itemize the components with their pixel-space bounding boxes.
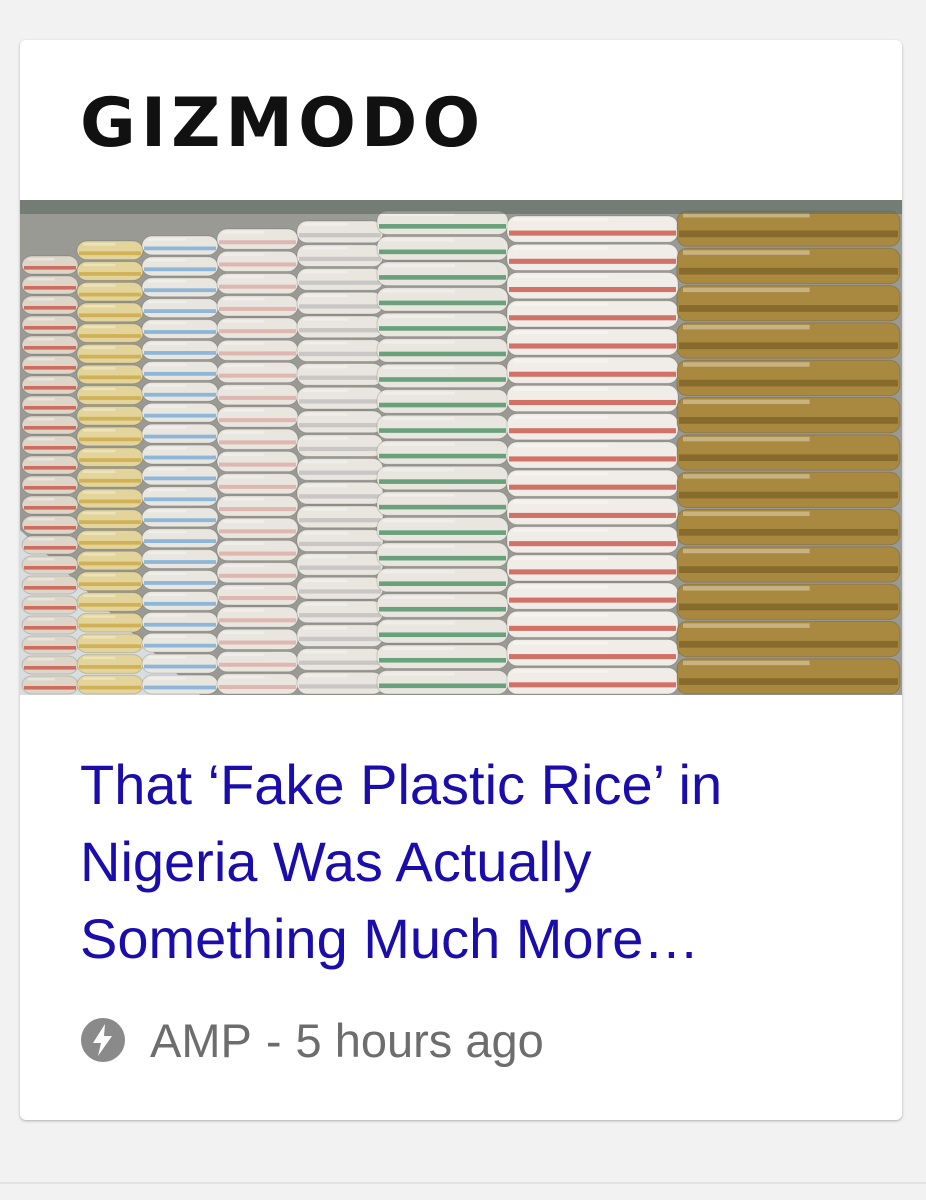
timestamp: 5 hours ago — [295, 1013, 544, 1067]
news-card[interactable]: GIZMODO That ‘Fake Plastic Rice’ in Nige… — [20, 40, 902, 1120]
publisher-logo: GIZMODO — [80, 84, 486, 163]
article-thumbnail[interactable] — [20, 200, 902, 695]
publisher-header: GIZMODO — [80, 84, 485, 164]
article-headline[interactable]: That ‘Fake Plastic Rice’ in Nigeria Was … — [80, 746, 860, 977]
amp-label: AMP — [150, 1013, 252, 1067]
amp-lightning-icon — [81, 1018, 125, 1062]
article-meta: AMP - 5 hours ago — [80, 1012, 544, 1068]
divider — [0, 1182, 926, 1184]
rice-bags-image — [20, 200, 902, 695]
meta-separator: - — [265, 1013, 282, 1067]
